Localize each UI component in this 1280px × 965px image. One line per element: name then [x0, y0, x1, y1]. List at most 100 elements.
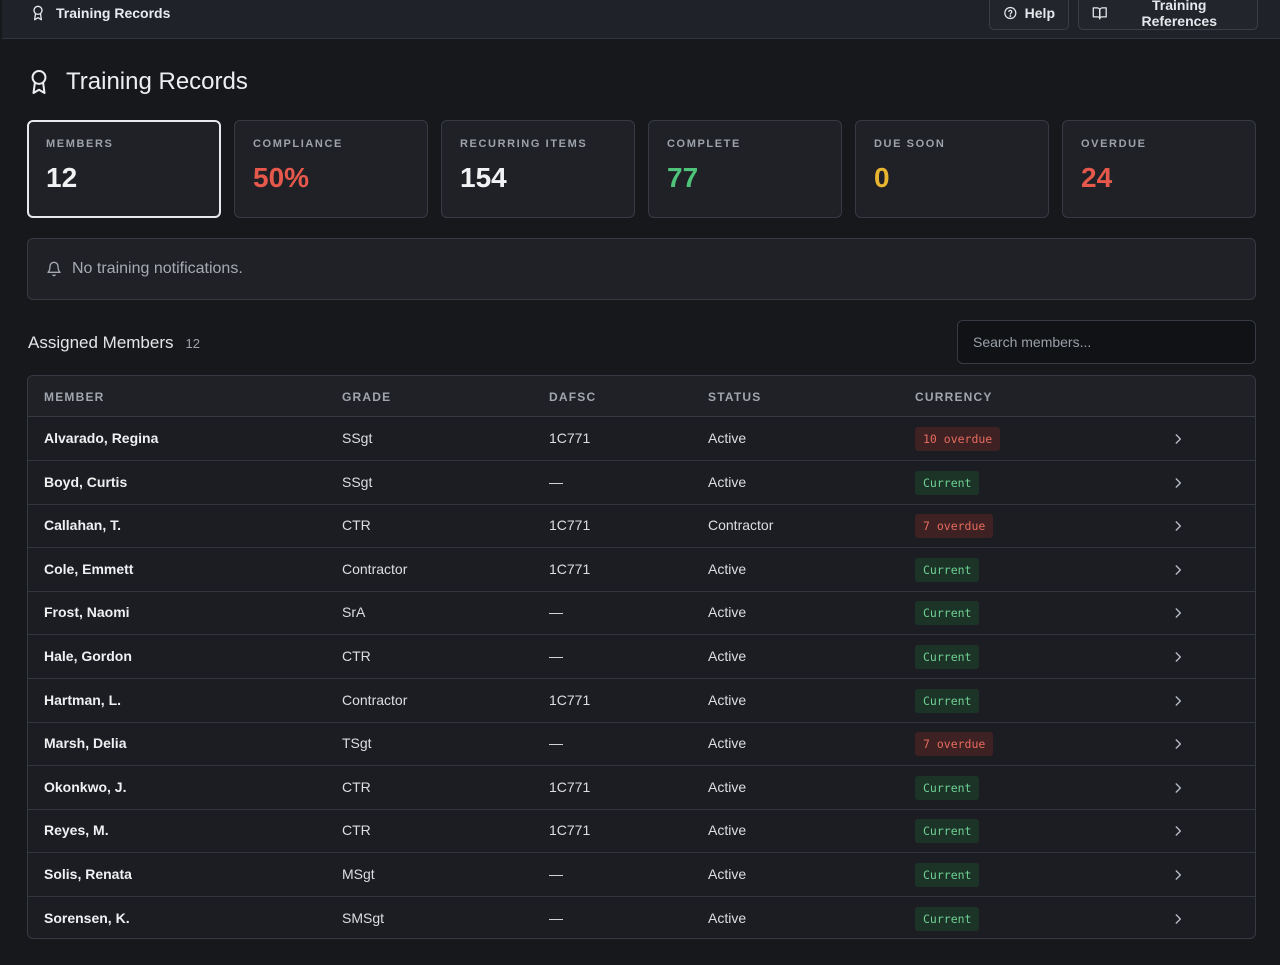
member-grade: SSgt [342, 473, 373, 490]
table-row[interactable]: Boyd, Curtis SSgt — Active Current [28, 461, 1255, 505]
chevron-right-icon[interactable] [1171, 781, 1185, 795]
app-title: Training Records [30, 3, 170, 23]
chevron-right-icon[interactable] [1171, 912, 1185, 926]
stat-card-overdue[interactable]: Overdue 24 [1062, 120, 1256, 218]
member-grade: Contractor [342, 560, 408, 577]
chevron-right-icon[interactable] [1171, 737, 1185, 751]
help-button[interactable]: Help [989, 0, 1069, 30]
stat-card-complete[interactable]: Complete 77 [648, 120, 842, 218]
member-dafsc: — [549, 604, 563, 621]
column-header-dafsc[interactable]: DAFSC [549, 390, 596, 404]
currency-badge: 7 overdue [915, 732, 994, 757]
training-references-button[interactable]: Training References [1078, 0, 1258, 30]
stat-card-recurring-items[interactable]: Recurring Items 154 [441, 120, 635, 218]
member-grade: SrA [342, 604, 366, 621]
assigned-members-header: Assigned Members 12 [28, 332, 200, 354]
member-status: Active [708, 909, 747, 926]
chevron-right-icon[interactable] [1171, 476, 1185, 490]
currency-badge: Current [915, 645, 980, 669]
stat-label: Members [46, 138, 114, 150]
member-status: Active [708, 866, 747, 882]
stat-card-members[interactable]: Members 12 [27, 120, 221, 218]
table-row[interactable]: Solis, Renata MSgt — Active Current [28, 853, 1255, 897]
table-row[interactable]: Hartman, L. Contractor 1C771 Active Current [28, 679, 1255, 723]
chevron-right-icon[interactable] [1171, 519, 1185, 533]
member-status: Active [708, 778, 747, 795]
member-status: Active [708, 735, 747, 752]
table-row[interactable]: Frost, Naomi SrA — Active Current [28, 591, 1255, 636]
stat-label: Due Soon [874, 138, 946, 150]
member-dafsc: 1C771 [549, 560, 591, 577]
currency-badge: Current [915, 470, 980, 495]
stat-card-compliance[interactable]: Compliance 50% [234, 120, 428, 218]
chevron-right-icon[interactable] [1171, 563, 1185, 577]
member-name: Alvarado, Regina [44, 430, 159, 446]
currency-badge: Current [915, 775, 980, 800]
member-count: 12 [185, 335, 200, 351]
notifications-text: No training notifications. [72, 260, 243, 277]
chevron-right-icon[interactable] [1171, 694, 1185, 708]
member-dafsc: — [549, 866, 563, 882]
member-grade: SSgt [342, 430, 373, 446]
column-header-member[interactable]: Member [44, 390, 105, 404]
currency-badge: Current [915, 601, 980, 626]
help-circle-icon [1004, 6, 1017, 20]
table-row[interactable]: Hale, Gordon CTR — Active Current [28, 635, 1255, 679]
member-dafsc: 1C771 [549, 778, 591, 795]
training-references-label: Training References [1141, 0, 1217, 29]
app-title-text: Training Records [56, 5, 171, 21]
chevron-right-icon[interactable] [1171, 650, 1185, 664]
member-grade: CTR [342, 778, 371, 795]
stat-value: 24 [1081, 162, 1113, 193]
chevron-right-icon[interactable] [1171, 868, 1185, 882]
members-table: Member Grade DAFSC Status Currency Alvar… [27, 375, 1256, 939]
member-status: Active [708, 648, 747, 664]
member-grade: SMSgt [342, 909, 385, 926]
table-row[interactable]: Callahan, T. CTR 1C771 Contractor 7 overdue [28, 504, 1255, 549]
member-status: Active [708, 560, 747, 577]
stat-value: 12 [46, 162, 78, 193]
stat-label: Overdue [1081, 138, 1147, 150]
member-status: Contractor [708, 517, 774, 534]
member-name: Cole, Emmett [44, 560, 134, 577]
chevron-right-icon[interactable] [1171, 432, 1185, 446]
column-header-grade[interactable]: Grade [342, 390, 391, 404]
member-grade: Contractor [342, 691, 408, 708]
table-row[interactable]: Okonkwo, J. CTR 1C771 Active Current [28, 766, 1255, 810]
page-title-text: Training Records [66, 68, 248, 95]
member-dafsc: — [549, 909, 563, 926]
member-name: Reyes, M. [44, 822, 109, 839]
currency-badge: Current [915, 863, 980, 887]
award-icon [31, 69, 47, 95]
member-dafsc: — [549, 735, 563, 752]
member-dafsc: 1C771 [549, 430, 591, 446]
bell-icon [47, 261, 61, 277]
stat-card-due-soon[interactable]: Due Soon 0 [855, 120, 1049, 218]
member-grade: CTR [342, 648, 371, 664]
member-name: Hartman, L. [44, 691, 122, 708]
stat-label: Compliance [253, 138, 343, 150]
search-input[interactable] [957, 320, 1256, 364]
chevron-right-icon[interactable] [1171, 824, 1185, 838]
member-name: Callahan, T. [44, 517, 122, 534]
member-grade: CTR [342, 822, 371, 839]
currency-badge: 10 overdue [915, 427, 1001, 451]
table-row[interactable]: Sorensen, K. SMSgt — Active Current [28, 897, 1255, 938]
member-status: Active [708, 473, 747, 490]
table-row[interactable]: Reyes, M. CTR 1C771 Active Current [28, 809, 1255, 854]
table-row[interactable]: Alvarado, Regina SSgt 1C771 Active 10 overdu… [28, 417, 1255, 461]
stat-value: 77 [667, 162, 699, 193]
member-grade: TSgt [342, 735, 372, 752]
member-status: Active [708, 604, 747, 621]
member-dafsc: 1C771 [549, 691, 591, 708]
member-name: Sorensen, K. [44, 909, 130, 926]
currency-badge: Current [915, 819, 980, 844]
column-header-status[interactable]: Status [708, 390, 761, 404]
column-header-currency[interactable]: Currency [915, 390, 993, 404]
table-row[interactable]: Cole, Emmett Contractor 1C771 Active Current [28, 548, 1255, 592]
stat-value: 0 [874, 162, 890, 193]
chevron-right-icon[interactable] [1171, 606, 1185, 620]
member-dafsc: 1C771 [549, 517, 591, 534]
member-name: Solis, Renata [44, 866, 132, 882]
table-row[interactable]: Marsh, Delia TSgt — Active 7 overdue [28, 722, 1255, 767]
